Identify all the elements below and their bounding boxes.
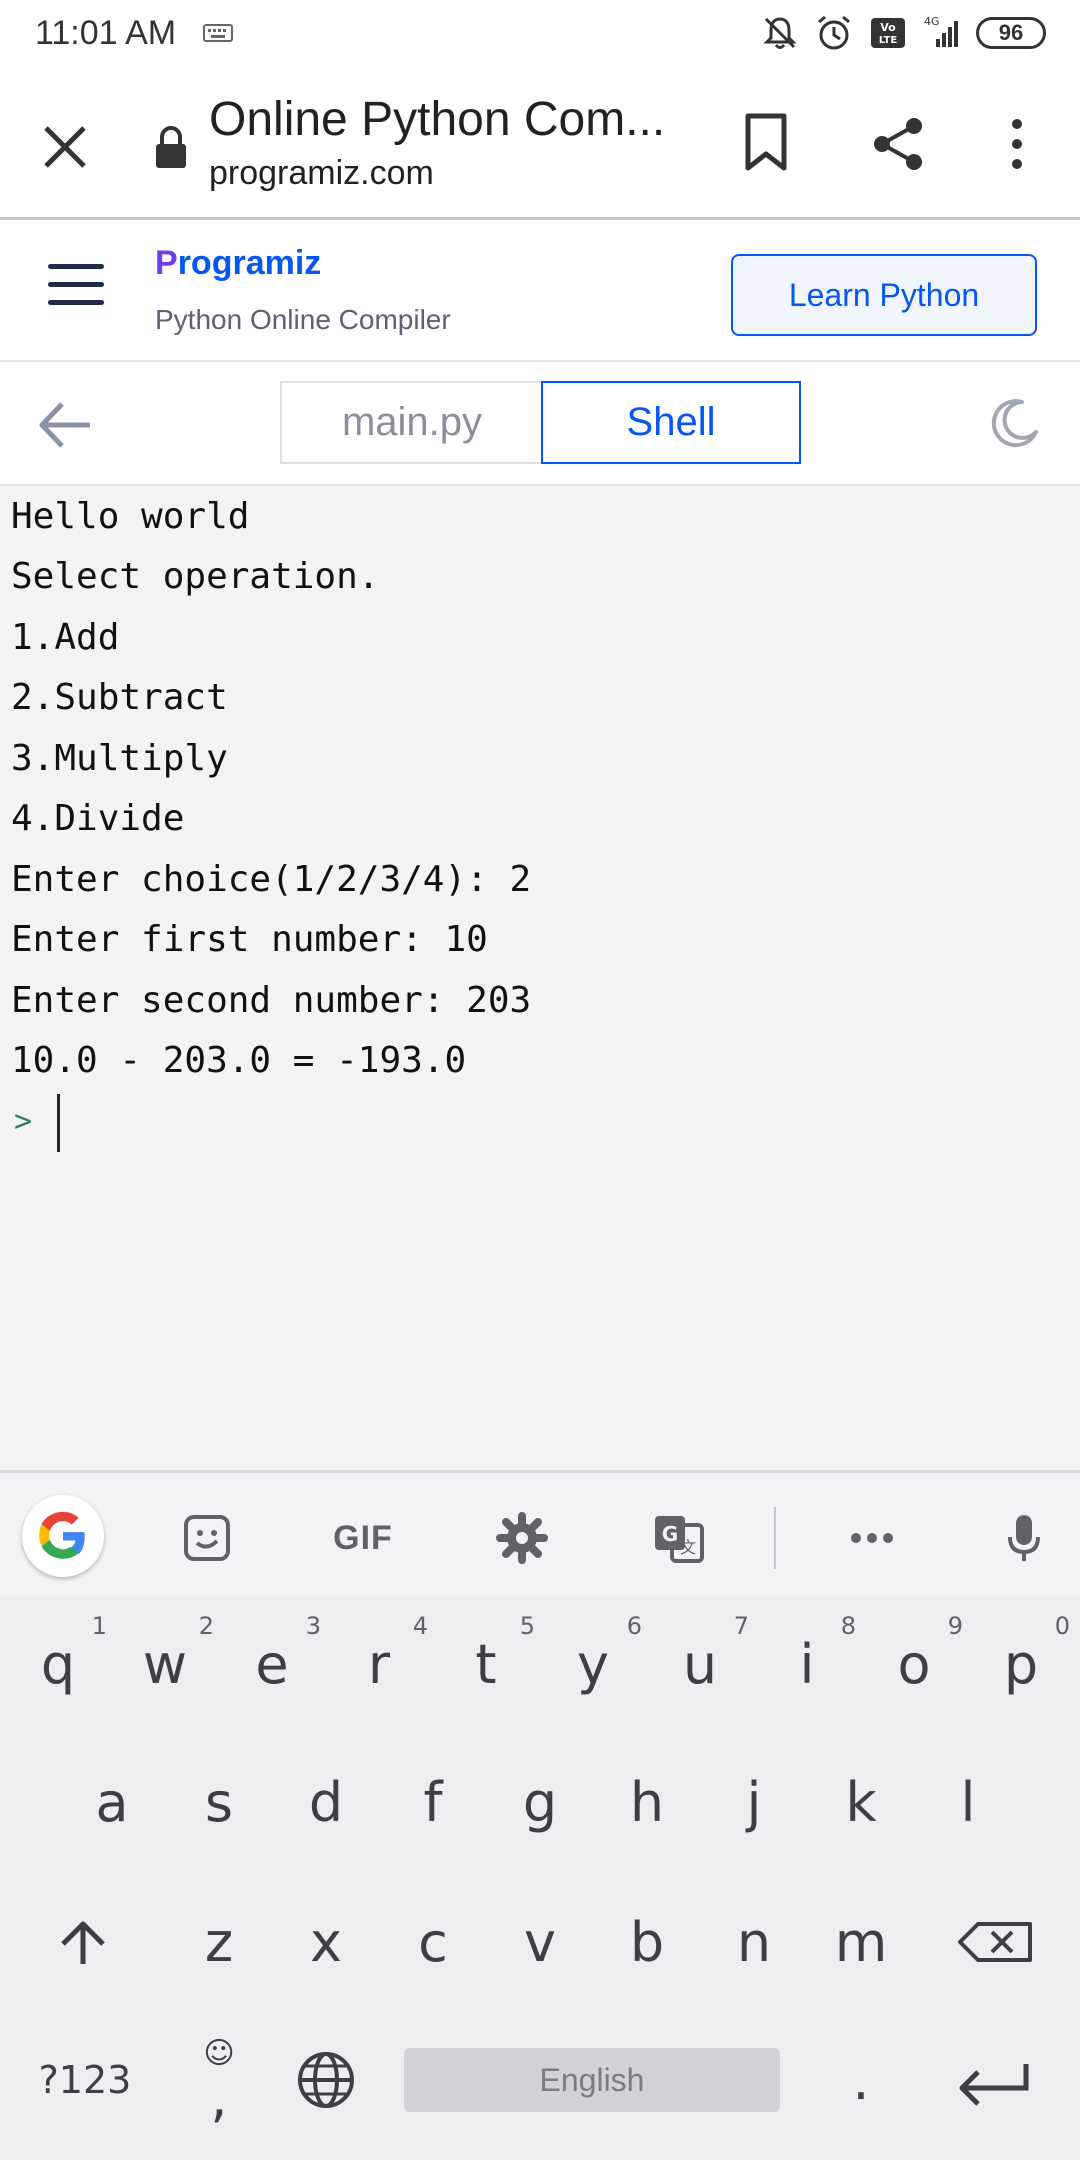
page-title[interactable]: Online Python Com... (209, 92, 689, 147)
svg-text:Vo: Vo (880, 21, 896, 34)
lock-icon[interactable] (153, 124, 189, 170)
svg-text:LTE: LTE (879, 35, 898, 46)
key-a[interactable]: a (59, 1738, 165, 1866)
more-icon[interactable] (846, 1511, 898, 1565)
on-screen-keyboard: GIF G 文 q1 w 2 e 3 r 4 t 5 y 6 u 7 i 8 o… (0, 1470, 1080, 2160)
mute-bell-icon (763, 17, 797, 49)
toolbar-divider (774, 1507, 776, 1569)
browser-toolbar: Online Python Com... programiz.com (0, 66, 1080, 220)
key-t[interactable]: t5 (433, 1600, 539, 1728)
shell-line: Enter second number: 203 (11, 980, 532, 1021)
shell-line: Enter first number: 10 (11, 919, 488, 960)
space-bar[interactable]: English (404, 2048, 780, 2112)
key-r[interactable]: r4 (326, 1600, 432, 1728)
status-time: 11:01 AM (35, 14, 177, 52)
shell-line: 2.Subtract (11, 677, 228, 718)
gif-button[interactable]: GIF (328, 1511, 398, 1565)
key-k[interactable]: k (808, 1738, 914, 1866)
period-key[interactable]: . (808, 2016, 914, 2144)
svg-text:文: 文 (680, 1538, 696, 1557)
back-arrow-icon[interactable] (36, 398, 96, 452)
key-d[interactable]: d (273, 1738, 379, 1866)
key-f[interactable]: f (380, 1738, 486, 1866)
brand-subtitle: Python Online Compiler (155, 304, 451, 335)
globe-key-icon[interactable] (273, 2016, 379, 2144)
shell-prompt: > (14, 1104, 33, 1139)
shell-line: 4.Divide (11, 798, 185, 839)
dark-mode-moon-icon[interactable] (988, 396, 1042, 450)
key-i[interactable]: i8 (754, 1600, 860, 1728)
symbols-key[interactable]: ?123 (30, 2016, 140, 2144)
enter-key-icon[interactable] (940, 2016, 1046, 2144)
text-cursor (57, 1094, 60, 1152)
svg-text:4G: 4G (924, 15, 940, 28)
shell-line: Hello world (11, 496, 250, 537)
shell-line: Select operation. (11, 556, 380, 597)
shift-key-icon[interactable] (30, 1878, 136, 2006)
shell-output[interactable]: Hello world Select operation. 1.Add 2.Su… (0, 486, 1080, 1470)
key-b[interactable]: b (594, 1878, 700, 2006)
key-y[interactable]: y6 (540, 1600, 646, 1728)
key-h[interactable]: h (594, 1738, 700, 1866)
key-n[interactable]: n (701, 1878, 807, 2006)
page-domain[interactable]: programiz.com (209, 154, 434, 193)
key-s[interactable]: s (166, 1738, 272, 1866)
settings-gear-icon[interactable] (496, 1511, 548, 1565)
site-header: Programiz Python Online Compiler Learn P… (0, 222, 1080, 362)
close-tab-button[interactable] (36, 118, 94, 176)
key-v[interactable]: v (487, 1878, 593, 2006)
signal-icon: 4G (924, 15, 958, 47)
key-z[interactable]: z (166, 1878, 272, 2006)
share-button[interactable] (868, 114, 928, 174)
key-j[interactable]: j (701, 1738, 807, 1866)
key-e[interactable]: e3 (219, 1600, 325, 1728)
translate-icon[interactable]: G 文 (652, 1511, 706, 1565)
more-options-button[interactable] (1000, 114, 1034, 174)
key-w[interactable]: w2 (112, 1600, 218, 1728)
key-u[interactable]: u7 (647, 1600, 753, 1728)
hamburger-menu-icon[interactable] (48, 264, 104, 320)
status-bar: 11:01 AM Vo LTE 4G 96 (0, 0, 1080, 66)
volte-icon: Vo LTE (871, 18, 905, 48)
tab-shell[interactable]: Shell (541, 381, 801, 464)
key-g[interactable]: g (487, 1738, 593, 1866)
key-m[interactable]: m (808, 1878, 914, 2006)
alarm-icon (818, 15, 850, 50)
google-icon (39, 1511, 85, 1559)
shell-line: 1.Add (11, 617, 120, 658)
key-q[interactable]: q1 (5, 1600, 111, 1728)
key-o[interactable]: o9 (861, 1600, 967, 1728)
svg-text:G: G (662, 1522, 678, 1546)
key-x[interactable]: x (273, 1878, 379, 2006)
status-icons: Vo LTE 4G 96 (760, 12, 1046, 54)
bookmark-button[interactable] (740, 110, 792, 174)
battery-indicator: 96 (976, 17, 1046, 49)
key-c[interactable]: c (380, 1878, 486, 2006)
editor-tabs-bar: main.py Shell (0, 364, 1080, 486)
comma-emoji-key[interactable]: ☺ , (166, 2016, 272, 2144)
sticker-icon[interactable] (182, 1511, 232, 1565)
keyboard-toolbar: GIF G 文 (0, 1470, 1080, 1596)
key-p[interactable]: p0 (968, 1600, 1074, 1728)
shell-line: 10.0 - 203.0 = -193.0 (11, 1040, 467, 1081)
tab-main-py[interactable]: main.py (280, 381, 542, 464)
backspace-key-icon[interactable] (940, 1878, 1046, 2006)
brand-logo[interactable]: Programiz (155, 244, 321, 283)
microphone-icon[interactable] (1004, 1511, 1044, 1565)
learn-python-button[interactable]: Learn Python (731, 254, 1037, 336)
shell-line: Enter choice(1/2/3/4): 2 (11, 859, 532, 900)
key-l[interactable]: l (915, 1738, 1021, 1866)
google-search-button[interactable] (22, 1495, 104, 1577)
shell-line: 3.Multiply (11, 738, 228, 779)
keyboard-indicator-icon (203, 24, 233, 42)
